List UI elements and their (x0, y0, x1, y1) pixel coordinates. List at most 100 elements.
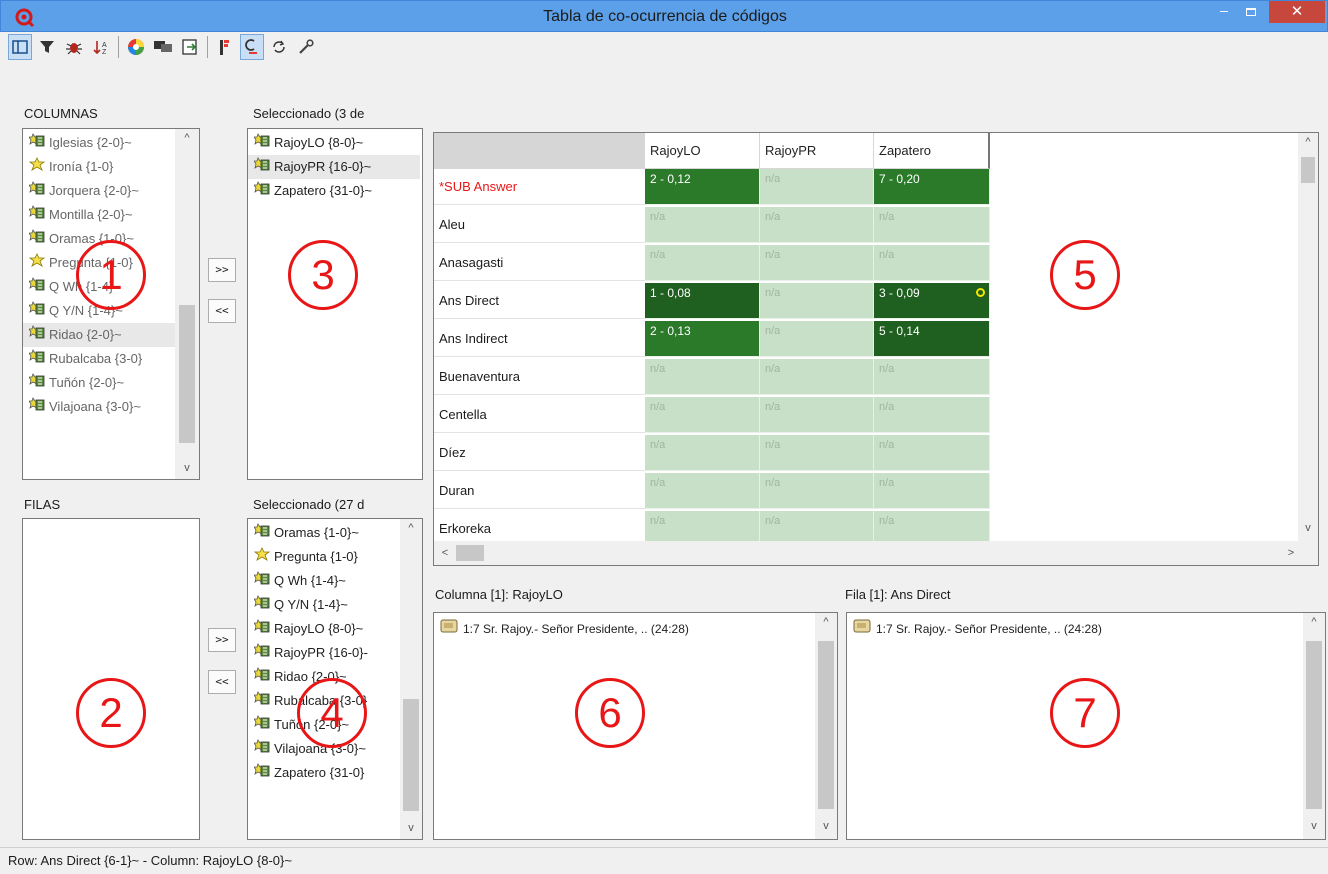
list-item[interactable]: Iglesias {2-0}~ (23, 131, 175, 155)
table-cell[interactable]: 7 - 0,20 (874, 169, 990, 205)
scroll-thumb[interactable] (1306, 641, 1322, 809)
list-item[interactable]: Zapatero {31-0} (248, 761, 400, 785)
bug-icon[interactable] (62, 34, 86, 60)
table-cell[interactable]: n/a (645, 435, 760, 471)
panel-icon[interactable] (8, 34, 32, 60)
scroll-left-icon[interactable]: < (438, 544, 452, 562)
table-cell[interactable]: n/a (760, 245, 874, 281)
scroll-down-icon[interactable]: v (400, 819, 422, 837)
close-button[interactable]: ✕ (1269, 1, 1325, 23)
scroll-down-icon[interactable]: v (1303, 817, 1325, 835)
table-cell[interactable]: n/a (645, 359, 760, 395)
list-item[interactable]: Oramas {1-0}~ (248, 521, 400, 545)
scroll-up-icon[interactable]: ^ (815, 613, 837, 631)
table-cell[interactable]: n/a (874, 435, 990, 471)
scroll-up-icon[interactable]: ^ (400, 519, 422, 537)
table-cell[interactable]: n/a (645, 397, 760, 433)
column-header[interactable]: RajoyLO (645, 133, 760, 169)
list-item[interactable]: Montilla {2-0}~ (23, 203, 175, 227)
color-wheel-icon[interactable] (124, 34, 148, 60)
column-header[interactable]: Zapatero (874, 133, 990, 169)
list-item[interactable]: Ironía {1-0} (23, 155, 175, 179)
list-item[interactable]: Rubalcaba {3-0} (23, 347, 175, 371)
list-item[interactable]: RajoyPR {16-0}- (248, 641, 400, 665)
quote-item[interactable]: 1:7 Sr. Rajoy.- Señor Presidente, .. (24… (847, 617, 1325, 641)
cooccurrence-table[interactable]: RajoyLO RajoyPR Zapatero *SUB Answer 2 - 0,1… (433, 132, 1319, 566)
scroll-right-icon[interactable]: > (1284, 544, 1298, 562)
row-header[interactable]: Duran (434, 473, 645, 509)
list-item[interactable]: RajoyLO {8-0}~ (248, 131, 420, 155)
table-cell[interactable]: n/a (645, 473, 760, 509)
bar-chart-icon[interactable] (213, 34, 237, 60)
list-item[interactable]: Tuñón {2-0}~ (23, 371, 175, 395)
table-cell[interactable]: n/a (874, 207, 990, 243)
add-column-button[interactable]: >> (208, 258, 236, 282)
cluster-icon[interactable] (240, 34, 264, 60)
scroll-up-icon[interactable]: ^ (1303, 613, 1325, 631)
maximize-button[interactable] (1238, 1, 1264, 23)
scroll-thumb[interactable] (1301, 157, 1315, 183)
table-cell[interactable]: n/a (874, 397, 990, 433)
row-header[interactable]: Aleu (434, 207, 645, 243)
row-header[interactable]: Buenaventura (434, 359, 645, 395)
table-cell[interactable]: n/a (874, 473, 990, 509)
list-item[interactable]: RajoyLO {8-0}~ (248, 617, 400, 641)
title-bar[interactable]: Tabla de co-ocurrencia de códigos – ✕ (0, 0, 1328, 32)
quote-item[interactable]: 1:7 Sr. Rajoy.- Señor Presidente, .. (24… (434, 617, 837, 641)
columns-scrollbar[interactable]: ^ v (175, 129, 199, 479)
table-cell[interactable]: n/a (874, 359, 990, 395)
scroll-thumb[interactable] (403, 699, 419, 811)
table-hscroll[interactable]: < > (434, 541, 1318, 565)
list-item[interactable]: RajoyPR {16-0}~ (248, 155, 420, 179)
list-item[interactable]: Q Wh {1-4}~ (248, 569, 400, 593)
table-cell[interactable]: n/a (760, 359, 874, 395)
row-header[interactable]: Díez (434, 435, 645, 471)
selected-rows-scrollbar[interactable]: ^ v (400, 519, 422, 839)
row-header[interactable]: Anasagasti (434, 245, 645, 281)
scroll-thumb[interactable] (456, 545, 484, 561)
table-cell[interactable]: n/a (760, 397, 874, 433)
table-cell[interactable]: n/a (760, 473, 874, 509)
list-item[interactable]: Pregunta {1-0} (248, 545, 400, 569)
scroll-thumb[interactable] (179, 305, 195, 443)
chat-icon[interactable] (151, 34, 175, 60)
refresh-icon[interactable] (267, 34, 291, 60)
table-cell[interactable]: n/a (760, 321, 874, 357)
table-cell[interactable]: n/a (760, 283, 874, 319)
list-item[interactable]: Q Y/N {1-4}~ (248, 593, 400, 617)
table-cell[interactable]: n/a (760, 169, 874, 205)
list-item[interactable]: Vilajoana {3-0}~ (23, 395, 175, 419)
table-cell[interactable]: n/a (760, 435, 874, 471)
table-cell[interactable]: 5 - 0,14 (874, 321, 990, 357)
list-item[interactable]: Jorquera {2-0}~ (23, 179, 175, 203)
sort-icon[interactable]: AZ (89, 34, 113, 60)
add-row-button[interactable]: >> (208, 628, 236, 652)
row-header[interactable]: Ans Direct (434, 283, 645, 319)
table-cell[interactable]: 1 - 0,08 (645, 283, 760, 319)
table-cell[interactable]: 2 - 0,13 (645, 321, 760, 357)
scroll-up-icon[interactable]: ^ (1298, 133, 1318, 151)
column-quotes-scrollbar[interactable]: ^ v (815, 613, 837, 839)
table-cell[interactable]: 2 - 0,12 (645, 169, 760, 205)
table-cell[interactable]: 3 - 0,09 (874, 283, 990, 319)
row-header[interactable]: *SUB Answer (434, 169, 645, 205)
scroll-up-icon[interactable]: ^ (175, 129, 199, 147)
wrench-icon[interactable] (294, 34, 318, 60)
table-vscroll[interactable]: ^ v (1298, 133, 1318, 541)
table-cell[interactable]: n/a (645, 207, 760, 243)
scroll-down-icon[interactable]: v (175, 459, 199, 477)
filter-icon[interactable] (35, 34, 59, 60)
row-header[interactable]: Ans Indirect (434, 321, 645, 357)
scroll-down-icon[interactable]: v (1298, 519, 1318, 537)
minimize-button[interactable]: – (1211, 1, 1237, 23)
remove-row-button[interactable]: << (208, 670, 236, 694)
row-quotes-scrollbar[interactable]: ^ v (1303, 613, 1325, 839)
list-item[interactable]: Ridao {2-0}~ (23, 323, 175, 347)
table-cell[interactable]: n/a (874, 245, 990, 281)
row-header[interactable]: Centella (434, 397, 645, 433)
column-header[interactable]: RajoyPR (760, 133, 874, 169)
table-cell[interactable]: n/a (645, 245, 760, 281)
table-cell[interactable]: n/a (760, 207, 874, 243)
export-icon[interactable] (178, 34, 202, 60)
list-item[interactable]: Zapatero {31-0}~ (248, 179, 420, 203)
